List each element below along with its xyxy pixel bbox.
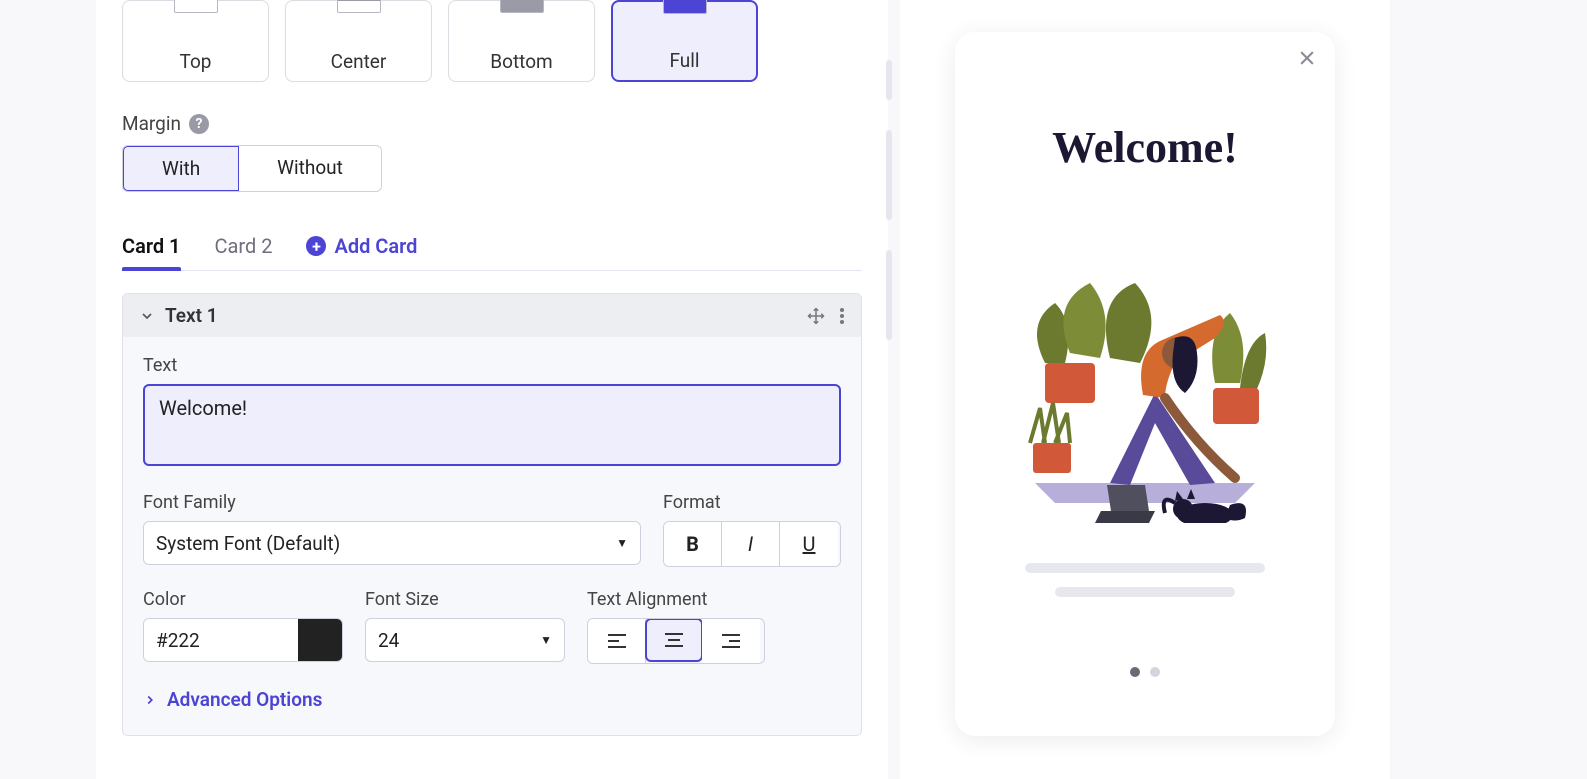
margin-label: Margin ? xyxy=(122,112,862,135)
placeholder-line xyxy=(1055,587,1235,597)
card-tabs: Card 1 Card 2 + Add Card xyxy=(122,234,862,271)
editor-panel: Top Center Bottom Full Margin ? With Wit… xyxy=(96,0,888,779)
text-input[interactable] xyxy=(143,384,841,466)
plus-icon: + xyxy=(306,236,326,256)
chevron-right-icon xyxy=(143,693,157,707)
align-left-button[interactable] xyxy=(588,619,646,663)
margin-segment: With Without xyxy=(122,145,382,192)
font-family-col: Font Family System Font (Default) ▼ xyxy=(143,492,641,567)
position-bottom-label: Bottom xyxy=(490,50,552,73)
color-label: Color xyxy=(143,589,343,610)
divider-notch xyxy=(886,130,892,220)
close-icon[interactable] xyxy=(1297,48,1317,68)
margin-with[interactable]: With xyxy=(122,145,240,192)
advanced-options-link[interactable]: Advanced Options xyxy=(143,688,841,711)
font-size-value: 24 xyxy=(378,629,399,652)
position-full[interactable]: Full xyxy=(611,0,758,82)
dot-1[interactable] xyxy=(1130,667,1140,677)
color-value: #222 xyxy=(144,619,298,661)
text-block-title: Text 1 xyxy=(165,304,218,327)
caret-down-icon: ▼ xyxy=(540,633,552,647)
preview-title: Welcome! xyxy=(1052,122,1238,173)
font-size-select[interactable]: 24 ▼ xyxy=(365,618,565,662)
underline-button[interactable]: U xyxy=(780,522,838,566)
position-full-label: Full xyxy=(669,49,699,72)
font-family-select[interactable]: System Font (Default) ▼ xyxy=(143,521,641,565)
align-right-button[interactable] xyxy=(702,619,760,663)
position-bottom[interactable]: Bottom xyxy=(448,0,595,82)
text-block: Text 1 Text Font Family System Font (Def… xyxy=(122,293,862,736)
more-icon[interactable] xyxy=(839,307,845,325)
position-center-label: Center xyxy=(331,50,387,73)
position-top-label: Top xyxy=(180,50,212,73)
pagination-dots xyxy=(1130,667,1160,677)
color-col: Color #222 xyxy=(143,589,343,664)
text-block-body: Text Font Family System Font (Default) ▼… xyxy=(123,337,861,735)
help-icon[interactable]: ? xyxy=(189,114,209,134)
dot-2[interactable] xyxy=(1150,667,1160,677)
format-label: Format xyxy=(663,492,841,513)
italic-button[interactable]: I xyxy=(722,522,780,566)
chevron-down-icon xyxy=(139,308,155,324)
font-size-col: Font Size 24 ▼ xyxy=(365,589,565,664)
position-top[interactable]: Top xyxy=(122,0,269,82)
align-center-button[interactable] xyxy=(645,618,703,662)
tab-card-1[interactable]: Card 1 xyxy=(122,234,181,270)
margin-label-text: Margin xyxy=(122,112,181,135)
alignment-group xyxy=(587,618,765,664)
advanced-options-label: Advanced Options xyxy=(167,688,322,711)
font-family-label: Font Family xyxy=(143,492,641,513)
caret-down-icon: ▼ xyxy=(616,536,628,550)
alignment-col: Text Alignment xyxy=(587,589,765,664)
color-input[interactable]: #222 xyxy=(143,618,343,662)
placeholder-line xyxy=(1025,563,1265,573)
format-group: B I U xyxy=(663,521,841,567)
preview-area: Welcome! xyxy=(900,0,1390,779)
font-family-value: System Font (Default) xyxy=(156,532,340,555)
divider-notch xyxy=(886,250,892,340)
thumb-full xyxy=(663,0,707,14)
text-field-label: Text xyxy=(143,355,841,376)
thumb-center xyxy=(337,0,381,13)
thumb-bottom xyxy=(500,0,544,13)
add-card-label: Add Card xyxy=(334,234,417,258)
color-swatch[interactable] xyxy=(298,619,342,661)
margin-without[interactable]: Without xyxy=(239,146,381,191)
divider-notch xyxy=(886,60,892,100)
position-options: Top Center Bottom Full xyxy=(122,0,862,82)
add-card-button[interactable]: + Add Card xyxy=(306,234,417,270)
tab-card-2[interactable]: Card 2 xyxy=(215,234,273,270)
alignment-label: Text Alignment xyxy=(587,589,765,610)
font-size-label: Font Size xyxy=(365,589,565,610)
thumb-top xyxy=(174,0,218,13)
text-block-header[interactable]: Text 1 xyxy=(123,294,861,337)
bold-button[interactable]: B xyxy=(664,522,722,566)
position-center[interactable]: Center xyxy=(285,0,432,82)
preview-card: Welcome! xyxy=(955,32,1335,736)
move-icon[interactable] xyxy=(807,307,825,325)
format-col: Format B I U xyxy=(663,492,841,567)
preview-illustration xyxy=(1015,243,1275,523)
